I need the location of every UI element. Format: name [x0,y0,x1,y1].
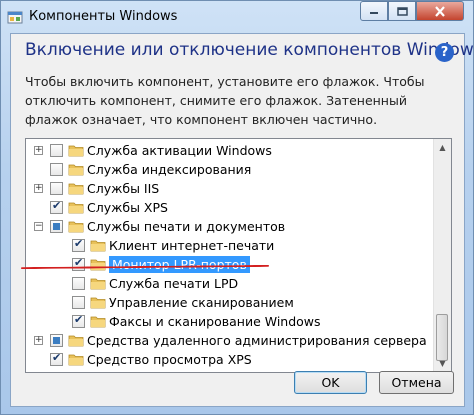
folder-icon [68,164,84,176]
feature-checkbox[interactable] [72,256,85,271]
feature-checkbox[interactable] [50,220,63,233]
tree-item[interactable]: Клиент интернет-печати [26,236,436,256]
expand-icon[interactable]: + [34,146,43,155]
folder-icon [90,278,106,290]
tree-item-label: Службы печати и документов [87,219,286,234]
help-icon[interactable]: ? [435,43,454,62]
feature-checkbox[interactable] [50,372,63,373]
feature-checkbox[interactable] [72,296,85,309]
feature-checkbox[interactable] [72,313,85,328]
tree-item-label: Служба печати LPD [109,276,239,291]
tree-item[interactable]: Служба индексирования [26,160,436,180]
tree-item-label: Службы IIS [87,181,160,196]
vertical-scrollbar[interactable]: ▲ ▼ [433,139,451,372]
expand-icon[interactable]: + [34,336,43,345]
feature-checkbox[interactable] [50,144,63,157]
tree-item[interactable]: Управление сканированием [26,293,436,313]
tree-item[interactable]: + Службы IIS [26,179,436,199]
tree-item[interactable]: + Средства удаленного администрирования с… [26,331,436,351]
cancel-button[interactable]: Отмена [379,371,454,394]
feature-checkbox[interactable] [72,237,85,252]
windows-features-icon [7,11,23,24]
maximize-button[interactable] [388,1,416,21]
dialog-window: Компоненты Windows Включение или отключе… [0,0,474,415]
tree-item[interactable]: Служба печати LPD [26,274,436,294]
tree-item-label: Управление сканированием [109,295,294,310]
tree-item[interactable]: − Службы печати и документов [26,217,436,237]
tree-item[interactable]: Службы XPS [26,198,436,218]
folder-icon [68,145,84,157]
ok-button[interactable]: OK [294,371,367,394]
feature-checkbox[interactable] [50,163,63,176]
folder-icon [68,335,84,347]
folder-icon [90,297,106,309]
tree-item[interactable]: + Служба активации Windows [26,141,436,161]
tree-item-label: Средства удаленного администрирования се… [87,333,427,348]
features-tree[interactable]: + Служба активации Windows Служба индексир… [25,138,452,373]
folder-icon [90,259,106,271]
tree-item[interactable]: Факсы и сканирование Windows [26,312,436,332]
close-button[interactable] [416,1,464,21]
feature-checkbox[interactable] [50,351,63,366]
folder-icon [68,183,84,195]
collapse-icon[interactable]: − [34,222,43,231]
folder-icon [90,316,106,328]
tree-item-label: Служба индексирования [87,162,252,177]
feature-checkbox[interactable] [72,277,85,290]
tree-item-label: Средство просмотра XPS [87,352,252,367]
feature-checkbox[interactable] [50,334,63,347]
tree-item-label: Служба активации Windows [87,143,272,158]
folder-icon [68,202,84,214]
expand-icon[interactable]: + [34,184,43,193]
minimize-icon [370,12,378,14]
tree-item-label: Службы XPS [87,200,168,215]
folder-icon [68,372,84,373]
description-text: Чтобы включить компонент, установите его… [25,74,425,127]
scroll-down-arrow-icon[interactable]: ▼ [434,355,451,372]
tree-item[interactable]: Средство просмотра XPS [26,350,436,370]
folder-icon [68,354,84,366]
feature-checkbox[interactable] [50,182,63,195]
feature-checkbox[interactable] [50,199,63,214]
folder-icon [90,240,106,252]
title-bar[interactable]: Компоненты Windows [1,1,473,33]
folder-icon [68,221,84,233]
dialog-content: Включение или отключение компонентов Win… [10,33,474,407]
scroll-thumb[interactable] [436,314,448,361]
minimize-button[interactable] [360,1,388,21]
page-title: Включение или отключение компонентов Win… [25,40,474,60]
close-icon [435,5,445,17]
tree-item-label: Факсы и сканирование Windows [109,314,321,329]
window-title: Компоненты Windows [29,9,178,24]
tree-item-label: Клиент интернет-печати [109,238,275,253]
maximize-icon [396,6,408,16]
scroll-up-arrow-icon[interactable]: ▲ [434,139,451,156]
tree-item[interactable] [26,369,436,373]
